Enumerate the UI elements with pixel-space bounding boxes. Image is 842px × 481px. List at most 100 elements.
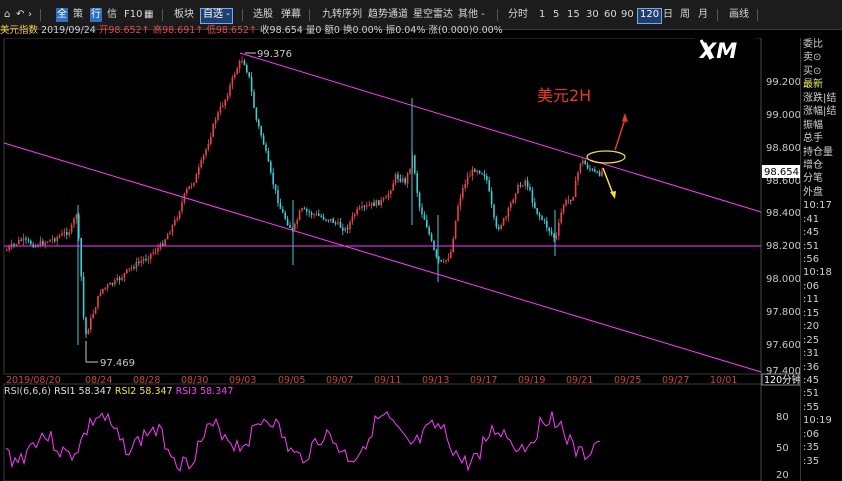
rsi-tick: 50: [776, 443, 789, 454]
toolbar-button-nine-turn[interactable]: 九转序列: [322, 8, 362, 22]
candle-body: [538, 213, 541, 217]
candle-body: [87, 329, 90, 335]
candle-body: [296, 220, 298, 224]
candle-body: [258, 119, 260, 127]
candle-body: [56, 237, 58, 242]
candle-body: [445, 259, 447, 262]
candle-body: [164, 239, 166, 246]
candle-body: [54, 238, 56, 242]
candle-body: [505, 216, 507, 219]
candle-body: [200, 160, 202, 168]
back-icon[interactable]: ↶: [16, 8, 24, 22]
candle-body: [318, 213, 320, 216]
candle-body: [118, 277, 121, 280]
toolbar-button-info[interactable]: 信: [107, 8, 117, 22]
candle-body: [502, 218, 505, 226]
candle-body: [368, 205, 370, 207]
candle-body: [248, 72, 250, 77]
candle-body: [481, 173, 483, 175]
candle-body: [104, 287, 106, 289]
quote-date: 2019/09/24: [41, 25, 96, 36]
candle-body: [442, 261, 445, 263]
toolbar-others-select[interactable]: 其他 -: [458, 8, 485, 22]
side-panel-row: 买⊙: [803, 65, 822, 77]
candle-body: [565, 200, 567, 206]
toolbar-button-trend-channel[interactable]: 趋势通道: [368, 8, 408, 22]
side-panel-row: :45: [803, 374, 820, 386]
toolbar-button-f10[interactable]: F10: [124, 8, 142, 22]
period-intraday[interactable]: 分时: [508, 8, 528, 22]
toolbar-separator: [757, 9, 758, 21]
period-day[interactable]: 日: [663, 8, 673, 22]
candle-body: [342, 227, 344, 231]
period-week[interactable]: 周: [680, 8, 690, 22]
candle-body: [289, 225, 291, 228]
toolbar-favorite-select[interactable]: 自选 -: [200, 8, 233, 24]
toolbar-button-star-radar[interactable]: 星空雷达: [413, 8, 453, 22]
toolbar-button-trade[interactable]: 行: [90, 8, 102, 22]
period-60[interactable]: 60: [604, 8, 617, 22]
candle-body: [466, 176, 469, 184]
candle-body: [567, 199, 570, 201]
candle-body: [440, 260, 442, 262]
forward-icon[interactable]: ›: [28, 8, 32, 22]
candle-body: [58, 235, 61, 238]
toolbar-button-strategy[interactable]: 策: [73, 8, 83, 22]
period-1[interactable]: 1: [539, 8, 545, 22]
date-tick: 10/01: [710, 375, 737, 386]
candle-body: [126, 269, 128, 274]
toolbar-button-popup[interactable]: 弹幕: [281, 8, 301, 22]
candle-body: [596, 171, 598, 173]
candle-body: [337, 221, 339, 224]
period-30[interactable]: 30: [586, 8, 599, 22]
candle-body: [241, 60, 243, 62]
period-90[interactable]: 90: [621, 8, 634, 22]
toolbar-button-sector[interactable]: 板块: [174, 8, 194, 22]
chart-area[interactable]: 99.200 99.000 98.800 98.600 98.400 98.20…: [0, 38, 800, 481]
candle-body: [253, 91, 255, 108]
candle-body: [310, 212, 313, 215]
candle-body: [392, 183, 394, 191]
candle-body: [171, 225, 174, 233]
low-marker-label: 97.469: [100, 358, 135, 369]
period-15[interactable]: 15: [567, 8, 580, 22]
candle-body: [584, 160, 586, 165]
quote-change: 涨(0.000)0.00%: [428, 25, 503, 36]
candle-body: [222, 105, 224, 107]
home-icon[interactable]: ⌂: [4, 8, 10, 22]
period-month[interactable]: 月: [698, 8, 708, 22]
candle-body: [176, 218, 178, 221]
date-tick: 09/11: [374, 375, 401, 386]
candle-body: [270, 161, 272, 173]
candle-body: [210, 136, 212, 145]
candle-body: [356, 208, 358, 215]
candle-body: [555, 235, 558, 238]
candle-body: [236, 68, 238, 75]
candle-body: [133, 267, 135, 269]
price-tick: 97.600: [766, 340, 800, 351]
period-5[interactable]: 5: [553, 8, 559, 22]
period-120[interactable]: 120: [637, 8, 663, 24]
toolbar-button-full[interactable]: 全: [56, 8, 68, 22]
toolbar-button-draw-line[interactable]: 画线: [729, 8, 749, 22]
candle-body: [162, 243, 164, 246]
candle-body: [157, 247, 159, 252]
candle-body: [226, 95, 229, 100]
candle-body: [320, 215, 322, 217]
layout-icon[interactable]: ▦: [144, 8, 153, 22]
candle-body: [586, 164, 589, 169]
candle-body: [99, 293, 102, 296]
candle-body: [373, 202, 375, 207]
candle-body: [454, 220, 457, 239]
candle-body: [46, 241, 49, 243]
candle-body: [534, 202, 536, 209]
toolbar-button-pick-stock[interactable]: 选股: [253, 8, 273, 22]
candle-body: [433, 240, 435, 250]
candle-body: [150, 253, 152, 259]
candle-body: [219, 106, 222, 113]
candle-body: [267, 151, 270, 162]
candle-body: [25, 238, 27, 240]
candle-body: [402, 178, 404, 182]
channel-upper-line: [239, 52, 762, 213]
date-tick: 09/19: [518, 375, 545, 386]
